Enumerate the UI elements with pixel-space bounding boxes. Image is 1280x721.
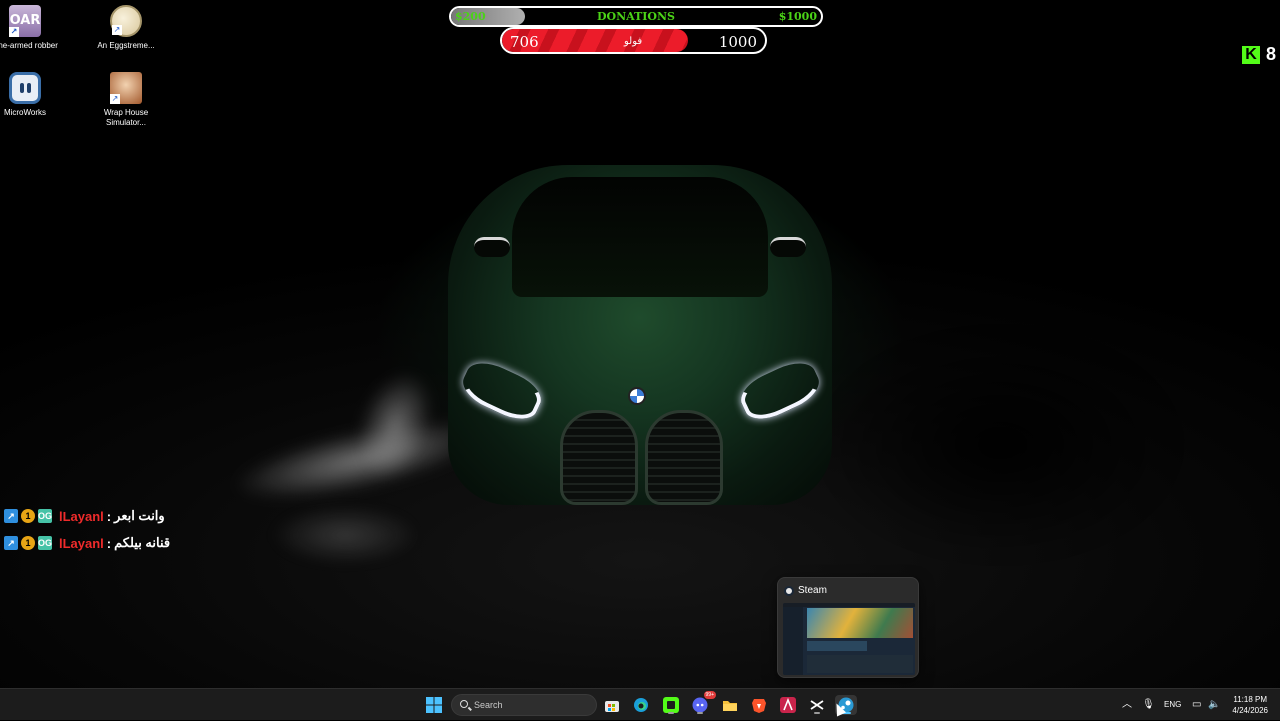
one-armed-robber-icon: OAR ↗ [9, 5, 41, 37]
desktop-icon-microworks[interactable]: MicroWorks [0, 72, 60, 118]
desktop-icon-wrap-house[interactable]: ↗ Wrap House Simulator... [91, 72, 161, 128]
store-icon [605, 701, 619, 712]
taskbar: Search 99+ ︿ 🎙 ENG ▭ 🔈 11:18 PM 4/24/202… [0, 688, 1280, 720]
kick-viewer-count: 8 [1265, 44, 1276, 64]
capcut-icon [810, 700, 824, 710]
shortcut-arrow-icon: ↗ [112, 25, 122, 35]
chat-username: lLayanl [59, 508, 104, 524]
discord-icon [692, 697, 708, 713]
chat-message: ↗ 1 OG lLayanl : قنانه بيلكم [4, 535, 170, 551]
rank-badge-icon: 1 [21, 536, 35, 550]
bmw-logo-icon [628, 387, 646, 405]
kick-logo-icon: K [1241, 45, 1260, 64]
taskbar-app-file-explorer[interactable] [719, 695, 741, 715]
chat-text: وانت ابعر [114, 508, 165, 523]
follow-goal-bar: 706 فولو 1000 [500, 27, 767, 54]
rank-badge-icon: 1 [21, 509, 35, 523]
desktop-icon-one-armed-robber[interactable]: OAR↗ One-armed robber [0, 5, 60, 51]
desktop-icon-label: One-armed robber [0, 41, 58, 50]
taskbar-app-discord[interactable]: 99+ [689, 691, 716, 715]
kick-app-icon [663, 697, 679, 713]
car-mirror-left [474, 237, 510, 257]
search-icon [460, 700, 468, 708]
microphone-icon[interactable]: 🎙 [1142, 689, 1155, 721]
og-badge-icon: OG [38, 536, 53, 550]
taskbar-window-preview[interactable]: Steam [777, 577, 919, 678]
chat-separator: : [106, 508, 112, 524]
steam-icon [784, 586, 794, 596]
chat-text: قنانه بيلكم [114, 535, 171, 550]
wallpaper-car [440, 165, 840, 525]
desktop-icon-label: An Eggstreme... [97, 41, 155, 50]
car-grille-right [645, 410, 723, 505]
desktop-icon-eggstreme[interactable]: ↗ An Eggstreme... [91, 5, 161, 51]
running-indicator [814, 712, 820, 714]
follow-target: 1000 [718, 33, 757, 51]
start-button[interactable] [423, 695, 445, 715]
taskbar-search-input[interactable]: Search [451, 694, 597, 716]
search-placeholder: Search [474, 700, 503, 710]
verified-badge-icon: ↗ [4, 509, 18, 523]
kick-viewer-counter: K 8 [1241, 44, 1276, 65]
discord-notification-badge: 99+ [703, 691, 716, 699]
desktop: OAR↗ One-armed robber ↗ An Eggstreme... … [0, 0, 1280, 688]
car-mirror-right [770, 237, 806, 257]
edge-icon [634, 698, 648, 712]
chat-username: lLayanl [59, 535, 104, 551]
car-grille-left [560, 410, 638, 505]
donation-max-label: $1000 [778, 10, 817, 23]
show-hidden-icons-chevron-up-icon[interactable]: ︿ [1122, 689, 1132, 721]
volume-icon[interactable]: 🔈 [1208, 689, 1220, 721]
file-explorer-icon [723, 701, 737, 711]
shortcut-arrow-icon: ↗ [110, 94, 120, 104]
preview-thumbnail[interactable] [783, 603, 915, 675]
follow-label: فولو [624, 36, 643, 47]
taskbar-app-brave[interactable] [748, 695, 770, 715]
shortcut-arrow-icon: ↗ [9, 27, 19, 37]
wallpaper-shadow [820, 330, 1180, 560]
clock-time: 11:18 PM [1233, 695, 1268, 704]
chat-separator: : [106, 535, 112, 551]
taskbar-clock[interactable]: 11:18 PM 4/24/2026 [1232, 694, 1268, 716]
taskbar-app-edge[interactable] [630, 695, 652, 715]
desktop-icon-label: MicroWorks [3, 108, 47, 117]
follow-current: 706 [510, 33, 539, 51]
clock-date: 4/24/2026 [1232, 706, 1268, 715]
running-indicator [697, 712, 703, 714]
affinity-icon [780, 697, 796, 713]
taskbar-app-kick[interactable] [660, 695, 682, 715]
brave-icon [752, 699, 766, 713]
taskbar-app-affinity[interactable] [777, 695, 799, 715]
microworks-icon [9, 72, 41, 104]
taskbar-app-store[interactable] [601, 695, 623, 715]
running-indicator [668, 712, 674, 714]
verified-badge-icon: ↗ [4, 536, 18, 550]
preview-title: Steam [798, 585, 827, 596]
taskbar-app-capcut[interactable] [806, 695, 828, 715]
network-icon[interactable]: ▭ [1192, 689, 1201, 721]
language-indicator[interactable]: ENG [1164, 689, 1181, 721]
og-badge-icon: OG [38, 509, 53, 523]
chat-message: ↗ 1 OG lLayanl : وانت ابعر [4, 508, 165, 524]
desktop-icon-label: Wrap House Simulator... [103, 108, 149, 127]
donation-title: DONATIONS [596, 10, 676, 23]
wallpaper-smoke [270, 505, 420, 565]
start-icon [426, 697, 442, 713]
wrap-house-icon: ↗ [110, 72, 142, 104]
car-windshield [512, 177, 768, 297]
donation-goal-bar: $200 DONATIONS $1000 [449, 6, 823, 27]
egg-game-icon: ↗ [110, 5, 142, 37]
